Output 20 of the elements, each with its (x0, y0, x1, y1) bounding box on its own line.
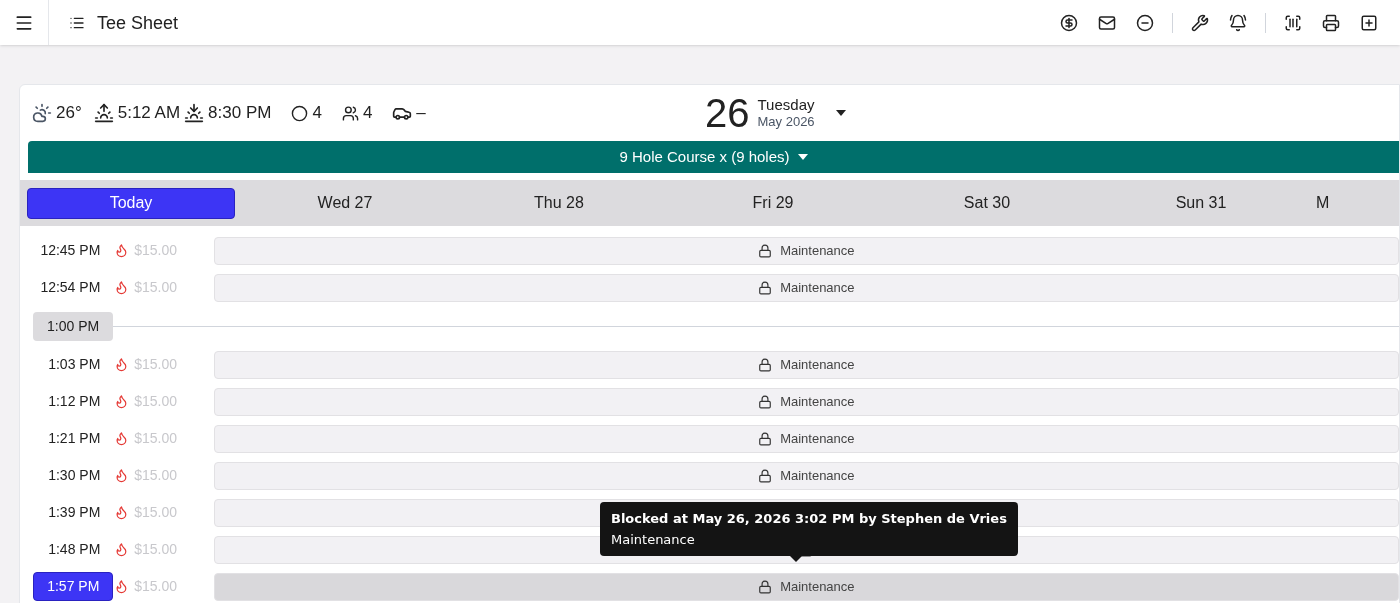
date-month: May 2026 (757, 114, 815, 131)
carts-count: – (416, 102, 426, 125)
rounds-count: 4 (312, 102, 322, 125)
date-day: 26 (705, 93, 750, 133)
sunset-time: 8:30 PM (208, 102, 272, 125)
block-label: Maintenance (780, 577, 855, 596)
block-label: Maintenance (780, 466, 855, 485)
tooltip-title: Blocked at May 26, 2026 3:02 PM by Stephen de Vries (611, 510, 1007, 528)
temperature: 26° (56, 102, 82, 125)
block-label: Maintenance (780, 241, 855, 260)
date-weekday: Tuesday (757, 95, 815, 115)
block-label: Maintenance (780, 278, 855, 297)
hour-separator: 1:00 PM (33, 311, 114, 341)
block-label: Maintenance (780, 392, 855, 411)
page-title: Tee Sheet (97, 11, 179, 35)
block-label: Maintenance (780, 355, 855, 374)
sunrise-time: 5:12 AM (117, 102, 181, 125)
block-label: Maintenance (780, 429, 855, 448)
players-count: 4 (362, 102, 373, 125)
tooltip-text: Maintenance (611, 531, 696, 549)
